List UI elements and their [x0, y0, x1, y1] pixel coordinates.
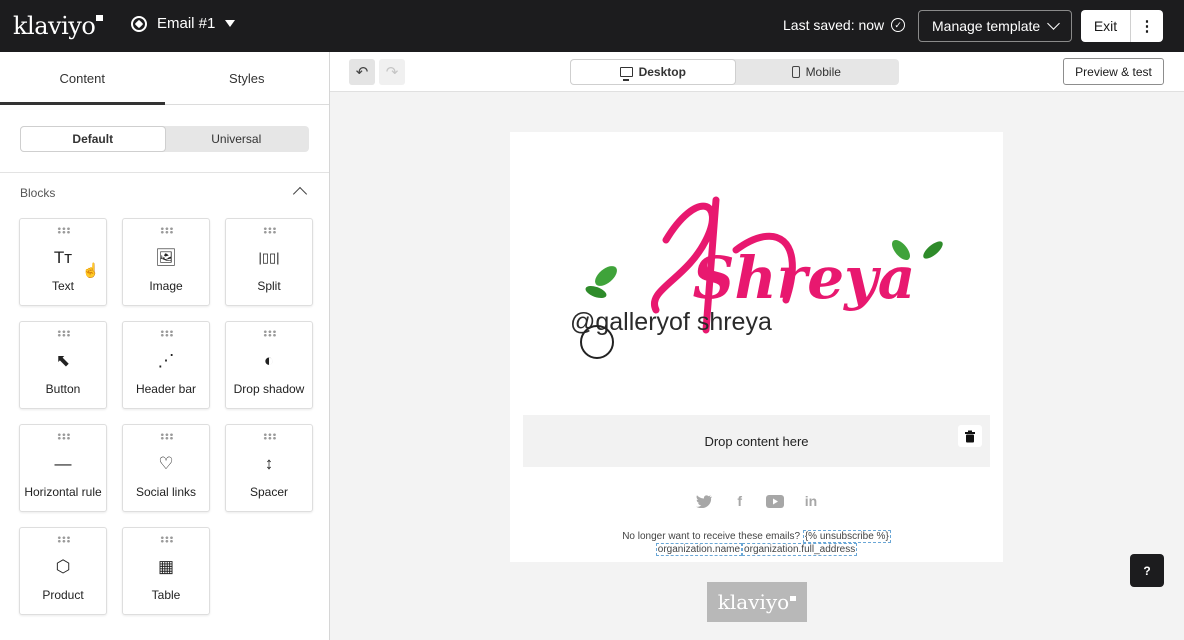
drop-zone[interactable]: Drop content here	[523, 415, 990, 467]
help-button[interactable]: ?	[1130, 554, 1164, 587]
check-circle-icon: ✓	[891, 18, 906, 32]
email-name-dropdown[interactable]: Email #1	[131, 15, 236, 32]
drag-handle-icon[interactable]	[263, 433, 277, 440]
device-toggle: Desktop Mobile	[570, 59, 899, 85]
header-bar-icon: ⋰	[157, 351, 175, 370]
drag-handle-icon[interactable]	[160, 433, 174, 440]
sidebar-tabs: Content Styles	[0, 52, 329, 105]
product-box-icon: ⬡	[55, 557, 71, 576]
block-split[interactable]: |▯▯| Split	[225, 218, 313, 306]
monitor-icon	[619, 67, 633, 81]
drag-handle-icon[interactable]	[57, 227, 71, 234]
org-address-tag[interactable]: organization.full_address	[742, 543, 858, 556]
drag-handle-icon[interactable]	[160, 227, 174, 234]
tab-styles[interactable]: Styles	[165, 52, 330, 104]
leaf-right-2	[923, 241, 943, 259]
preview-test-button[interactable]: Preview & test	[1063, 58, 1164, 85]
leaf-left-2	[585, 285, 607, 299]
block-button[interactable]: ⬉ Button	[19, 321, 107, 409]
email-preview: Shreya @galleryof shreya Drop content he…	[510, 132, 1003, 562]
drag-handle-icon[interactable]	[57, 433, 71, 440]
table-icon: ▦	[157, 557, 175, 576]
brand-logo-image[interactable]: Shreya @galleryof shreya	[566, 180, 956, 370]
grab-cursor-icon: ☝	[82, 262, 100, 278]
twitter-glyph	[696, 494, 712, 508]
universal-toggle[interactable]: Universal	[165, 127, 309, 151]
block-product[interactable]: ⬡ Product	[19, 527, 107, 615]
drag-handle-icon[interactable]	[263, 330, 277, 337]
unsubscribe-tag[interactable]: {% unsubscribe %}	[802, 530, 891, 543]
block-header-bar[interactable]: ⋰ Header bar	[122, 321, 210, 409]
blocks-section-title: Blocks	[20, 186, 56, 200]
brand-name: Shreya	[693, 244, 916, 312]
drag-handle-icon[interactable]	[160, 536, 174, 543]
block-horizontal-rule[interactable]: — Horizontal rule	[19, 424, 107, 512]
block-drop-shadow[interactable]: ◐ Drop shadow	[225, 321, 313, 409]
klaviyo-footer-badge: klaviyo	[707, 582, 807, 622]
undo-icon[interactable]: ↶	[349, 59, 375, 85]
more-options-icon[interactable]: ⋮	[1131, 10, 1163, 42]
block-type-toggle: Default Universal	[20, 126, 309, 152]
manage-template-button[interactable]: Manage template	[918, 10, 1072, 42]
exit-button[interactable]: Exit	[1081, 10, 1131, 42]
brand-handle: @galleryof shreya	[570, 308, 772, 336]
drag-handle-icon[interactable]	[263, 227, 277, 234]
trash-icon[interactable]	[958, 425, 982, 447]
default-toggle[interactable]: Default	[21, 127, 165, 151]
exit-group: Exit ⋮	[1081, 10, 1163, 42]
drag-handle-icon[interactable]	[57, 536, 71, 543]
leaf-left-1	[595, 266, 617, 286]
spacer-icon: ↕	[264, 454, 274, 473]
compass-icon	[131, 15, 147, 32]
collapse-chevron-icon[interactable]	[292, 186, 308, 202]
sidebar: Content Styles Default Universal Blocks …	[0, 52, 330, 640]
twitter-icon[interactable]	[695, 492, 713, 510]
cursor-click-icon: ⬉	[55, 351, 71, 370]
block-table[interactable]: ▦ Table	[122, 527, 210, 615]
facebook-icon[interactable]: f	[731, 492, 749, 510]
mobile-toggle[interactable]: Mobile	[735, 60, 899, 84]
tab-content[interactable]: Content	[0, 52, 165, 105]
org-name-tag[interactable]: organization.name	[655, 543, 743, 556]
block-image[interactable]: 🖼 Image	[122, 218, 210, 306]
horizontal-rule-icon: —	[54, 454, 72, 473]
image-icon: 🖼	[155, 248, 177, 267]
drag-handle-icon[interactable]	[160, 330, 174, 337]
desktop-toggle[interactable]: Desktop	[571, 60, 735, 84]
trash-glyph	[965, 430, 975, 442]
linkedin-icon[interactable]: in	[802, 492, 820, 510]
youtube-icon[interactable]	[766, 492, 785, 510]
divider	[0, 172, 329, 173]
social-links-row: f in	[695, 492, 820, 510]
email-footer: No longer want to receive these emails? …	[622, 530, 891, 556]
redo-icon[interactable]: ↷	[379, 59, 405, 85]
phone-icon	[791, 66, 800, 78]
drop-shadow-icon: ◐	[263, 351, 275, 370]
caret-down-icon	[225, 20, 236, 27]
block-spacer[interactable]: ↕ Spacer	[225, 424, 313, 512]
chevron-down-icon	[1047, 17, 1061, 30]
top-bar: klaviyo Email #1 Last saved: now ✓ Manag…	[0, 0, 1184, 52]
youtube-glyph	[766, 494, 785, 508]
block-social-links[interactable]: ♡ Social links	[122, 424, 210, 512]
klaviyo-logo[interactable]: klaviyo	[13, 12, 104, 40]
canvas-toolbar: ↶ ↷ Desktop Mobile Preview & test	[330, 52, 1184, 92]
drag-handle-icon[interactable]	[57, 330, 71, 337]
heart-icon: ♡	[158, 454, 174, 473]
email-name: Email #1	[157, 15, 216, 32]
save-status: Last saved: now ✓	[783, 17, 906, 33]
split-icon: |▯▯|	[258, 250, 280, 265]
